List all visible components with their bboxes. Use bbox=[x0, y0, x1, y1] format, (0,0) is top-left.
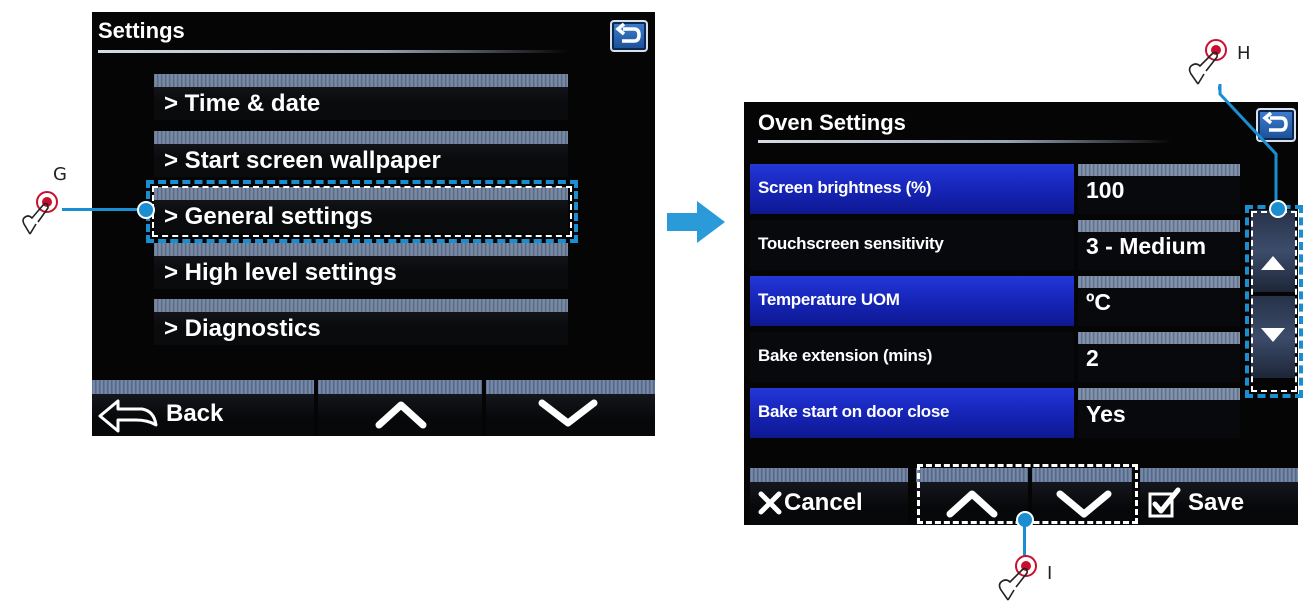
chevron-down-icon bbox=[538, 399, 598, 427]
setting-row-label[interactable]: Screen brightness (%) bbox=[750, 164, 1074, 214]
setting-row-label[interactable]: Bake extension (mins) bbox=[750, 332, 1074, 382]
back-label: Back bbox=[166, 400, 224, 427]
setting-value: 2 bbox=[1086, 345, 1099, 371]
page-title: Oven Settings bbox=[758, 110, 906, 135]
setting-row-label[interactable]: Temperature UOM bbox=[750, 276, 1074, 326]
title-underline bbox=[98, 50, 568, 53]
menu-item-label: > Diagnostics bbox=[164, 315, 321, 342]
return-icon[interactable] bbox=[610, 20, 648, 52]
callout-g-leader bbox=[62, 208, 146, 211]
checkbox-checked-icon bbox=[1148, 487, 1181, 518]
setting-value: ºC bbox=[1086, 289, 1112, 315]
highlight-scroll-buttons bbox=[1245, 205, 1303, 398]
touch-hand-icon bbox=[998, 555, 1037, 601]
setting-value: 100 bbox=[1086, 177, 1125, 203]
scroll-up-button[interactable] bbox=[318, 380, 482, 436]
chevron-up-icon bbox=[375, 401, 427, 429]
save-label: Save bbox=[1188, 489, 1245, 516]
page-title: Settings bbox=[98, 18, 185, 43]
return-arrow-icon bbox=[615, 22, 641, 43]
menu-item-label: > High level settings bbox=[164, 259, 397, 286]
setting-row-value[interactable]: 3 - Medium bbox=[1078, 220, 1240, 270]
touch-hand-icon bbox=[1188, 39, 1227, 85]
setting-value: Yes bbox=[1086, 401, 1126, 427]
callout-h-letter: H bbox=[1237, 43, 1251, 64]
save-button[interactable]: Save bbox=[1140, 468, 1298, 525]
x-icon bbox=[758, 491, 782, 515]
menu-item-label: > Time & date bbox=[164, 90, 321, 117]
menu-item-high-level-settings[interactable]: > High level settings bbox=[154, 243, 568, 289]
callout-h-line bbox=[1218, 84, 1278, 206]
menu-item-label: > Start screen wallpaper bbox=[164, 147, 441, 174]
title-underline bbox=[758, 140, 1172, 143]
setting-row-value[interactable]: 2 bbox=[1078, 332, 1240, 382]
callout-g-letter: G bbox=[53, 164, 67, 185]
setting-row-label[interactable]: Bake start on door close bbox=[750, 388, 1074, 438]
callout-h-dot bbox=[1269, 200, 1287, 218]
arrow-right-icon bbox=[667, 201, 725, 243]
back-button[interactable]: Back bbox=[92, 380, 314, 436]
scroll-down-button[interactable] bbox=[486, 380, 655, 436]
callout-i-letter: I bbox=[1047, 563, 1053, 584]
setting-label: Touchscreen sensitivity bbox=[758, 234, 944, 253]
setting-label: Temperature UOM bbox=[758, 290, 900, 309]
setting-label: Screen brightness (%) bbox=[758, 178, 932, 197]
highlight-general-settings bbox=[146, 180, 578, 243]
menu-item-diagnostics[interactable]: > Diagnostics bbox=[154, 299, 568, 345]
back-arrow-icon bbox=[98, 399, 158, 433]
menu-item-time-date[interactable]: > Time & date bbox=[154, 74, 568, 120]
touch-hand-icon bbox=[22, 191, 58, 235]
setting-value: 3 - Medium bbox=[1086, 233, 1207, 259]
setting-row-value[interactable]: ºC bbox=[1078, 276, 1240, 326]
cancel-label: Cancel bbox=[784, 489, 863, 516]
setting-row-value[interactable]: Yes bbox=[1078, 388, 1240, 438]
setting-label: Bake start on door close bbox=[758, 402, 950, 421]
setting-row-label[interactable]: Touchscreen sensitivity bbox=[750, 220, 1074, 270]
cancel-button[interactable]: Cancel bbox=[750, 468, 908, 525]
setting-label: Bake extension (mins) bbox=[758, 346, 933, 365]
callout-g-dot bbox=[137, 201, 155, 219]
menu-item-start-screen-wallpaper[interactable]: > Start screen wallpaper bbox=[154, 131, 568, 177]
